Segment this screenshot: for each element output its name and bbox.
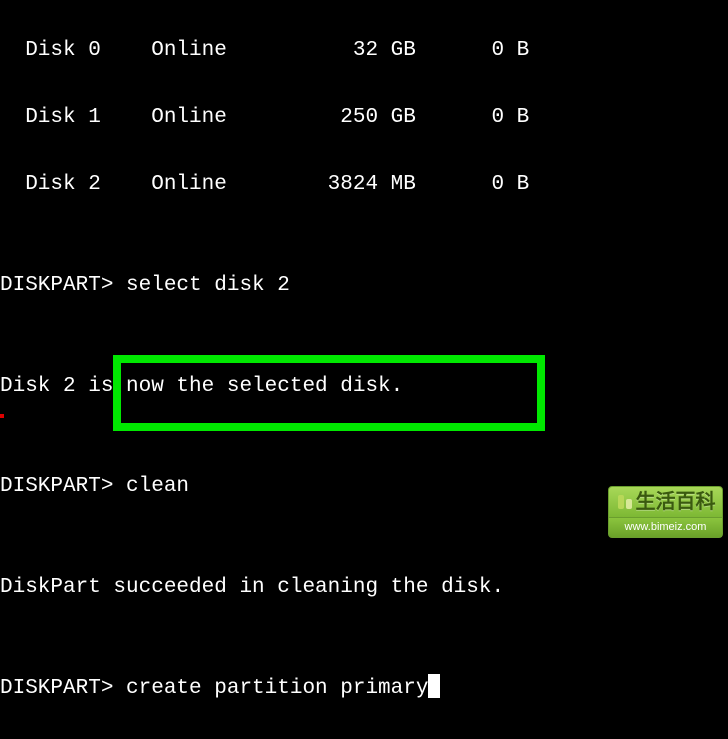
watermark: 生活百科 www.bimeiz.com: [608, 486, 723, 541]
disk-row-1: Disk 1 Online 250 GB 0 B: [0, 101, 728, 135]
clean-result: DiskPart succeeded in cleaning the disk.: [0, 571, 728, 605]
select-disk-command: DISKPART> select disk 2: [0, 269, 728, 303]
red-marker: [0, 414, 4, 418]
disk-row-2: Disk 2 Online 3824 MB 0 B: [0, 168, 728, 202]
watermark-title: 生活百科: [608, 486, 723, 518]
cursor-icon: [428, 674, 440, 698]
watermark-logo-icon: [616, 493, 634, 511]
disk-row-0: Disk 0 Online 32 GB 0 B: [0, 34, 728, 68]
terminal-output: Disk 0 Online 32 GB 0 B Disk 1 Online 25…: [0, 0, 728, 739]
create-partition-command[interactable]: DISKPART> create partition primary: [0, 672, 728, 706]
watermark-url: www.bimeiz.com: [608, 518, 723, 538]
select-disk-result: Disk 2 is now the selected disk.: [0, 370, 728, 404]
